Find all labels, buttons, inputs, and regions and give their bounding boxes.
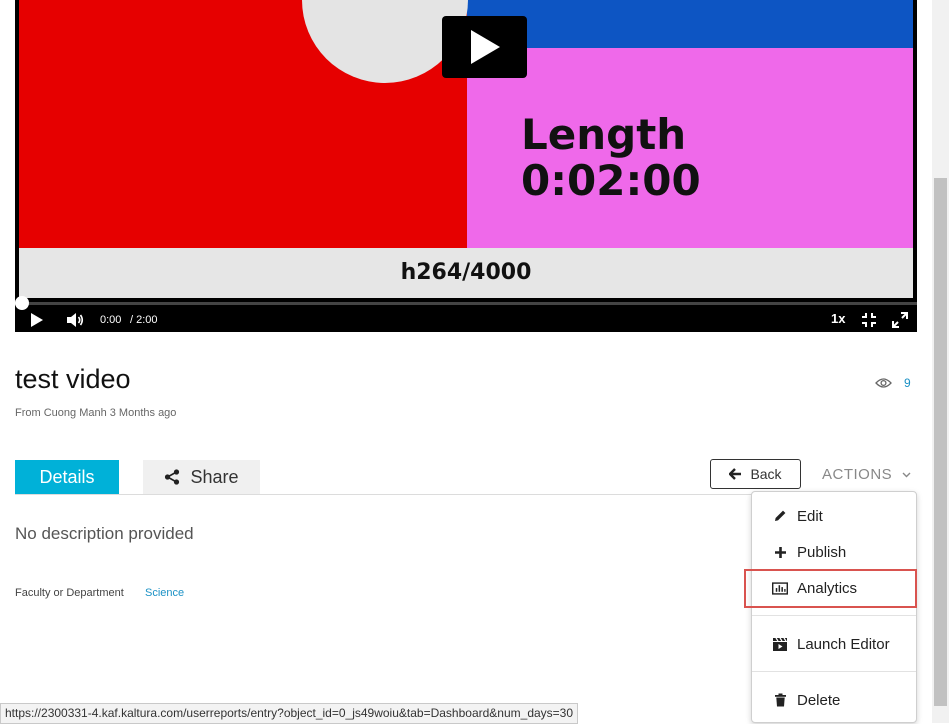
description: No description provided [15, 524, 194, 543]
eye-icon [875, 378, 892, 388]
tab-details[interactable]: Details [15, 460, 119, 494]
expand-button[interactable] [892, 311, 908, 329]
menu-item-publish[interactable]: Publish [752, 535, 916, 569]
faculty-value-link[interactable]: Science [145, 587, 184, 599]
clapperboard-icon [773, 637, 787, 651]
playback-speed-button[interactable]: 1x [831, 311, 845, 326]
fullscreen-icon [862, 313, 876, 327]
menu-separator [752, 671, 916, 672]
back-button-label: Back [750, 466, 782, 482]
faculty-label: Faculty or Department [15, 587, 124, 599]
trash-icon [774, 693, 786, 707]
menu-item-delete[interactable]: Delete [752, 683, 916, 717]
status-bar-url: https://2300331-4.kaf.kaltura.com/userre… [0, 703, 579, 724]
views-count: 9 [904, 376, 911, 390]
menu-separator [752, 615, 916, 616]
video-player[interactable]: Length 0:02:00 h264/4000 0:00 / 2:00 1x [15, 0, 917, 332]
progress-bar[interactable] [15, 302, 917, 305]
views-counter: 9 [875, 376, 911, 390]
arrow-left-icon [729, 468, 742, 480]
volume-button[interactable] [66, 311, 84, 329]
entry-title: test video [15, 364, 131, 394]
menu-item-edit-label: Edit [797, 507, 823, 525]
menu-item-launch-editor-label: Launch Editor [797, 635, 890, 653]
entry-byline: From Cuong Manh 3 Months ago [15, 407, 177, 419]
duration: / 2:00 [130, 314, 158, 326]
scrollbar-thumb[interactable] [934, 178, 947, 706]
pencil-icon [775, 510, 786, 521]
menu-item-launch-editor[interactable]: Launch Editor [752, 627, 916, 661]
frame-length-value: 0:02:00 [521, 156, 701, 205]
play-icon [31, 313, 43, 327]
menu-item-publish-label: Publish [797, 543, 847, 561]
back-button[interactable]: Back [710, 459, 801, 489]
analytics-highlight-box [744, 569, 917, 608]
frame-length-text: Length 0:02:00 [521, 112, 821, 204]
share-icon [165, 469, 180, 485]
chevron-down-icon [902, 472, 911, 477]
current-time: 0:00 [100, 314, 122, 326]
play-button[interactable] [30, 311, 44, 329]
frame-length-label: Length [521, 110, 687, 159]
menu-item-edit[interactable]: Edit [752, 499, 916, 533]
tab-share[interactable]: Share [143, 460, 260, 494]
plus-icon [774, 546, 786, 558]
expand-icon [892, 312, 908, 328]
progress-handle[interactable] [15, 296, 29, 310]
menu-item-delete-label: Delete [797, 691, 841, 709]
actions-label: ACTIONS [822, 466, 893, 483]
fullscreen-button[interactable] [861, 311, 877, 329]
actions-dropdown-toggle[interactable]: ACTIONS [822, 466, 911, 483]
big-play-button[interactable] [442, 16, 527, 78]
volume-icon [67, 313, 84, 327]
big-play-icon [470, 30, 500, 64]
frame-blue-area [467, 0, 913, 48]
tab-share-label: Share [190, 467, 239, 487]
frame-codec-label: h264/4000 [400, 260, 532, 285]
